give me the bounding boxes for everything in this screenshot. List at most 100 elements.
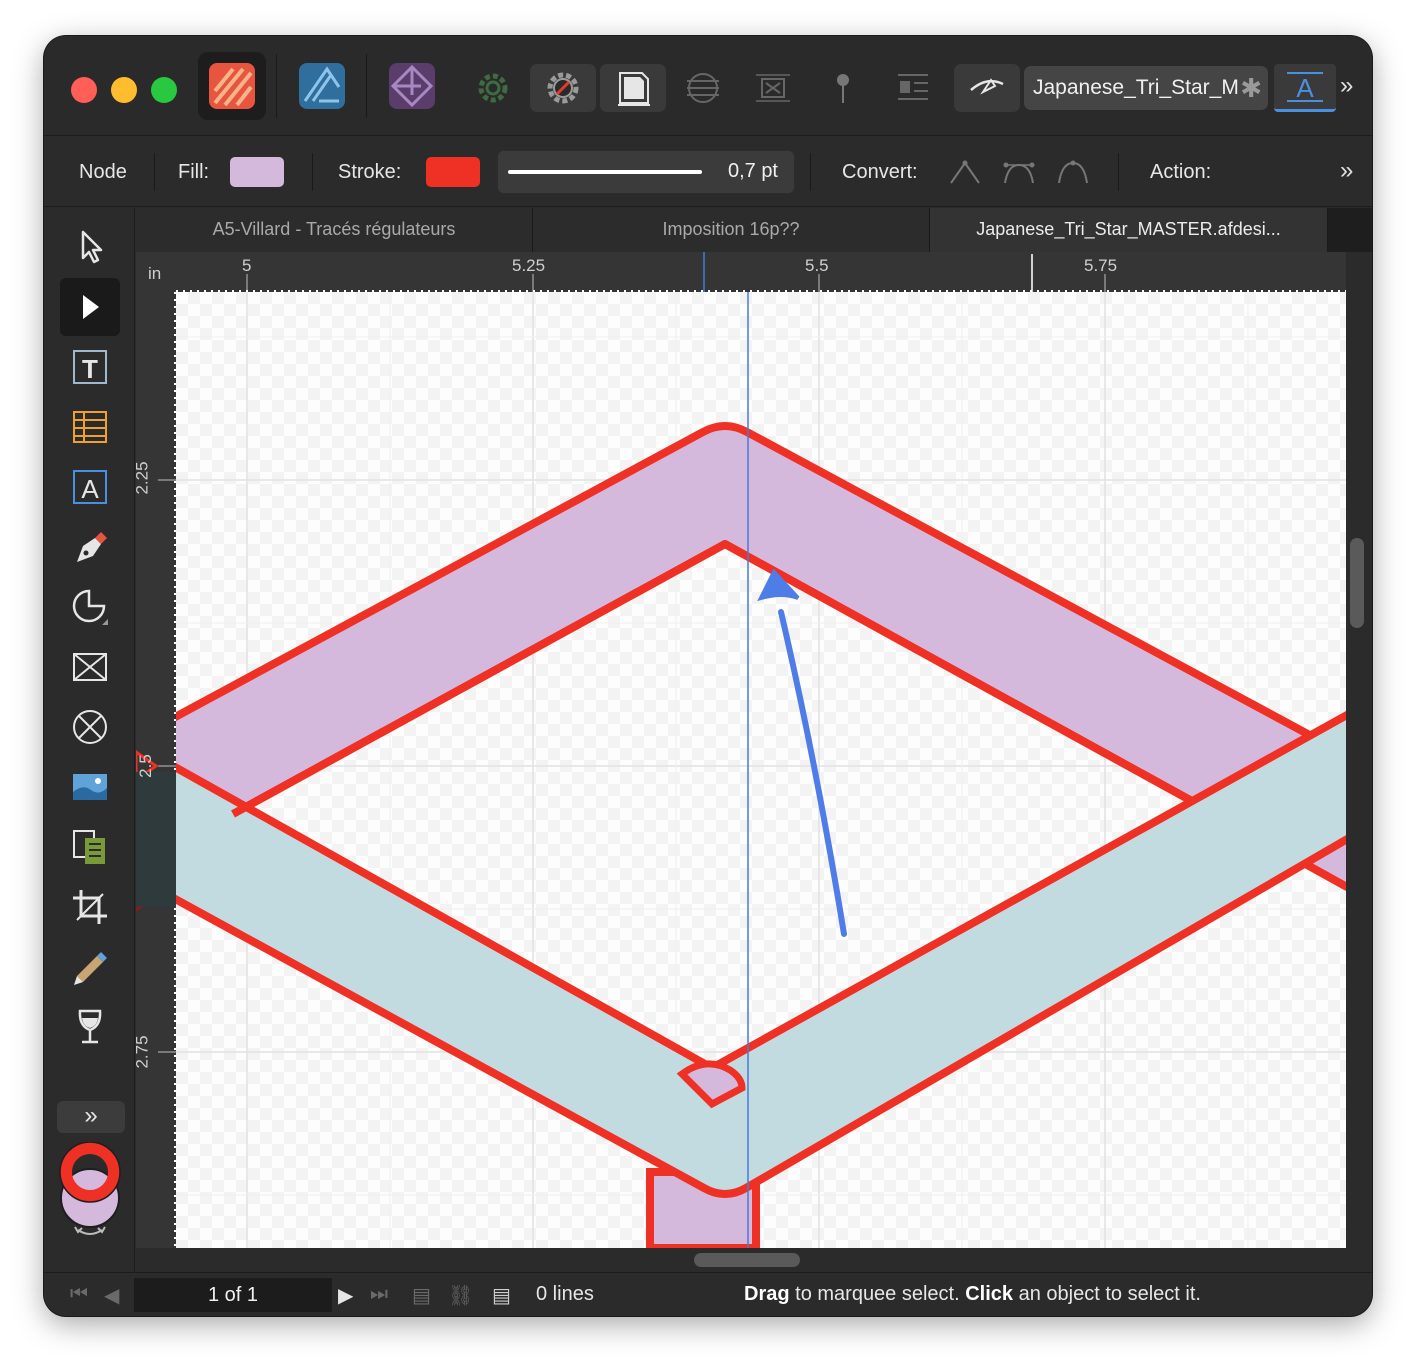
artistic-text-tool-icon: A	[73, 470, 107, 504]
minimize-window-button[interactable]	[111, 77, 137, 103]
zoom-window-button[interactable]	[151, 77, 177, 103]
convert-sharp-icon[interactable]	[948, 155, 982, 189]
first-page-icon[interactable]: ⏮	[70, 1283, 88, 1306]
hint-drag: Drag	[744, 1283, 790, 1305]
ellipse-frame-tool[interactable]	[60, 698, 120, 756]
tab-japanese-tri-star[interactable]: Japanese_Tri_Star_MASTER.afdesi...	[930, 208, 1328, 252]
convert-smooth-icon[interactable]	[1002, 155, 1036, 189]
clipped-frame-icon	[756, 74, 790, 102]
ruler-v-label-2: 2.5	[135, 754, 155, 778]
previous-page-icon[interactable]: ◀	[104, 1283, 119, 1308]
table-tool[interactable]	[60, 398, 120, 456]
snapping-settings-button[interactable]	[530, 64, 596, 112]
design-canvas[interactable]	[176, 292, 1346, 1248]
fill-label: Fill:	[178, 161, 210, 183]
text-wrap-button[interactable]	[880, 64, 946, 112]
pen-mode-button[interactable]	[954, 64, 1020, 112]
artistic-text-tool[interactable]: A	[60, 458, 120, 516]
ruler-h-label-4: 5.75	[1084, 256, 1118, 275]
convert-smart-icon[interactable]	[1056, 155, 1090, 189]
hint-end: an object to select it.	[1013, 1283, 1201, 1305]
ruler-v-label-1: 2.25	[132, 461, 152, 495]
shape-tool[interactable]	[60, 578, 120, 636]
toolbar-overflow-button[interactable]: »	[1340, 72, 1353, 100]
transparency-tool[interactable]	[60, 998, 120, 1056]
stroke-swatch[interactable]	[426, 157, 480, 187]
text-wrap-icon	[898, 74, 928, 100]
pie-shape-icon	[72, 589, 108, 625]
title-bar: Japanese_Tri_Star_M ✱ A »	[44, 36, 1372, 136]
node-arrow-icon	[83, 295, 99, 319]
modified-indicator: ✱	[1240, 73, 1262, 103]
pen-nib-icon	[970, 78, 1004, 95]
rectangle-frame-icon	[73, 653, 107, 681]
vertical-scrollbar[interactable]	[1346, 252, 1372, 1272]
page-field[interactable]: 1 of 1	[134, 1278, 332, 1312]
artistic-text-button[interactable]: A	[1274, 64, 1336, 112]
vertical-ruler[interactable]: 2.25 2.5 2.75	[132, 292, 176, 1248]
clip-view-button[interactable]	[740, 64, 806, 112]
view-mode-button[interactable]	[600, 64, 666, 112]
lined-circle-icon	[687, 73, 719, 103]
horizontal-ruler[interactable]: in 5 5.25 5.5 5.75	[136, 252, 1372, 292]
link-frames-icon[interactable]: ⛓	[448, 1283, 473, 1308]
hint-click: Click	[965, 1283, 1014, 1305]
move-arrow-icon	[81, 230, 103, 264]
document-view-icon	[618, 72, 650, 106]
preferences-button[interactable]	[460, 64, 526, 112]
pen-icon	[77, 532, 107, 562]
crop-tool[interactable]	[60, 878, 120, 936]
ruler-unit: in	[148, 264, 162, 283]
designer-vector-persona-icon	[299, 63, 345, 109]
designer-vector-persona-button[interactable]	[288, 52, 356, 120]
picture-frame-tool[interactable]	[60, 818, 120, 876]
fill-tool[interactable]	[60, 938, 120, 996]
convert-label: Convert:	[842, 161, 918, 183]
table-icon	[73, 411, 107, 443]
status-hint: Drag to marquee select. Click an object …	[744, 1283, 1201, 1306]
ruler-v-label-3: 2.75	[132, 1035, 152, 1069]
stroke-width-value: 0,7 pt	[727, 160, 778, 182]
svg-text:A: A	[1296, 73, 1314, 103]
designer-persona-button[interactable]	[198, 52, 266, 120]
place-image-tool[interactable]	[60, 758, 120, 816]
vertical-scroll-thumb[interactable]	[1350, 538, 1364, 628]
artwork	[176, 292, 1346, 1248]
picture-frame-icon	[73, 830, 105, 864]
action-label: Action:	[1150, 161, 1212, 183]
ellipse-frame-icon	[73, 710, 107, 744]
text-frame-icon[interactable]: ▤	[412, 1283, 431, 1308]
document-title: Japanese_Tri_Star_M	[1033, 76, 1239, 99]
tools-more-button[interactable]: »	[57, 1101, 125, 1133]
text-frame-icon: T	[73, 350, 107, 384]
pin-button[interactable]	[810, 64, 876, 112]
rectangle-frame-tool[interactable]	[60, 638, 120, 696]
move-tool[interactable]	[60, 218, 120, 276]
close-window-button[interactable]	[71, 77, 97, 103]
annotation-arrow	[757, 568, 847, 937]
next-page-icon[interactable]: ▶	[338, 1283, 353, 1308]
stroke-width-slider[interactable]: 0,7 pt	[498, 151, 794, 193]
document-tabs: A5-Villard - Tracés régulateurs Impositi…	[136, 208, 1372, 252]
document-title-field[interactable]: Japanese_Tri_Star_M ✱	[1024, 66, 1268, 110]
snapping-gear-icon	[547, 72, 579, 104]
context-overflow-button[interactable]: »	[1340, 157, 1353, 185]
tab-imposition[interactable]: Imposition 16p??	[533, 208, 930, 252]
svg-text:A: A	[81, 474, 99, 504]
gradient-pencil-icon	[74, 952, 107, 985]
node-tool[interactable]	[60, 278, 120, 336]
frame-text-tool[interactable]: T	[60, 338, 120, 396]
fill-stroke-well[interactable]	[58, 1142, 124, 1238]
status-bar: ⏮ ◀ 1 of 1 ▶ ⏭ ▤ ⛓ ▤ 0 lines Drag to mar…	[44, 1272, 1372, 1316]
fill-swatch[interactable]	[230, 157, 284, 187]
pen-tool[interactable]	[60, 518, 120, 576]
page-icon[interactable]: ▤	[492, 1283, 511, 1308]
photo-persona-button[interactable]	[378, 52, 446, 120]
stroke-label: Stroke:	[338, 161, 402, 183]
last-page-icon[interactable]: ⏭	[370, 1283, 388, 1306]
crop-icon	[73, 890, 107, 924]
horizontal-scroll-thumb[interactable]	[694, 1253, 800, 1267]
tab-a5-villard[interactable]: A5-Villard - Tracés régulateurs	[136, 208, 533, 252]
app-window: Japanese_Tri_Star_M ✱ A » Node Fill: Str…	[44, 36, 1372, 1316]
transparency-view-button[interactable]	[670, 64, 736, 112]
